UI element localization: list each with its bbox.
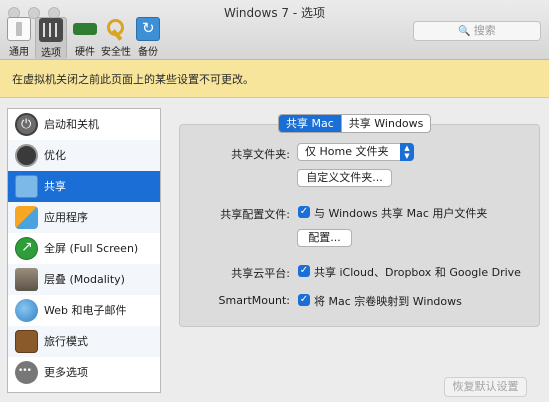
share-folders-label: 共享文件夹: (231, 148, 290, 161)
sidebar-item-label: Web 和电子邮件 (44, 304, 127, 317)
sidebar-item-label: 更多选项 (44, 366, 88, 379)
security-lock-icon (104, 17, 128, 41)
sidebar-item-applications[interactable]: 应用程序 (8, 202, 160, 233)
sidebar-item-travel-mode[interactable]: 旅行模式 (8, 326, 160, 357)
sharing-icon (15, 175, 38, 198)
travel-mode-icon (15, 330, 38, 353)
toolbar-label-hardware: 硬件 (75, 47, 95, 58)
share-cloud-label: 共享云平台: (231, 267, 290, 280)
backup-icon (136, 17, 160, 41)
sidebar-item-sharing[interactable]: 共享 (8, 171, 160, 202)
share-cloud-checkbox-label: 共享 iCloud、Dropbox 和 Google Drive (314, 266, 521, 279)
sidebar-item-label: 应用程序 (44, 211, 88, 224)
restore-defaults-button[interactable]: 恢复默认设置 (444, 377, 527, 397)
modality-icon (15, 268, 38, 291)
power-icon (15, 109, 38, 140)
search-icon: 🔍 (458, 26, 471, 37)
web-email-icon (15, 299, 38, 322)
share-profile-label: 共享配置文件: (220, 208, 290, 221)
options-icon (39, 18, 63, 42)
sidebar: 启动和关机 优化 共享 应用程序 全屏 (Full Screen) 层叠 (Mo… (7, 108, 161, 393)
toolbar-label-backup: 备份 (138, 47, 158, 58)
fullscreen-icon (15, 232, 38, 263)
toolbar-general-button[interactable]: 通用 (4, 17, 34, 59)
sidebar-item-startup-shutdown[interactable]: 启动和关机 (8, 109, 160, 140)
smartmount-checkbox-label: 将 Mac 宗卷映射到 Windows (314, 295, 462, 308)
configure-button[interactable]: 配置... (297, 229, 352, 247)
optimization-icon (15, 144, 38, 167)
share-profile-checkbox-label: 与 Windows 共享 Mac 用户文件夹 (314, 207, 488, 220)
sidebar-item-label: 旅行模式 (44, 335, 88, 348)
share-folders-select[interactable]: 仅 Home 文件夹 ▲ ▼ (297, 143, 414, 161)
search-input[interactable]: 🔍 搜索 (413, 21, 541, 41)
share-cloud-checkbox[interactable]: ✓ (298, 265, 310, 277)
more-options-icon (15, 356, 38, 387)
applications-icon (15, 206, 38, 229)
sidebar-item-label: 层叠 (Modality) (44, 273, 125, 286)
warning-banner: 在虚拟机关闭之前此页面上的某些设置不可更改。 (0, 60, 549, 98)
sidebar-item-label: 优化 (44, 149, 66, 162)
share-folders-value: 仅 Home 文件夹 (305, 145, 389, 158)
sidebar-item-label: 共享 (44, 180, 66, 193)
preferences-window: Windows 7 - 选项 通用 选项 硬件 安全性 备份 🔍搜索 在虚拟机关… (0, 0, 549, 402)
toolbar-security-button[interactable]: 安全性 (100, 17, 132, 59)
toolbar-label-general: 通用 (9, 47, 29, 58)
sidebar-item-label: 启动和关机 (44, 118, 99, 131)
sidebar-item-modality[interactable]: 层叠 (Modality) (8, 264, 160, 295)
share-profile-checkbox[interactable]: ✓ (298, 206, 310, 218)
toolbar-label-options: 选项 (41, 48, 61, 59)
search-placeholder: 搜索 (473, 24, 496, 37)
chevron-updown-icon: ▲ ▼ (400, 143, 414, 161)
custom-folders-button[interactable]: 自定义文件夹... (297, 169, 392, 187)
title-bar: Windows 7 - 选项 通用 选项 硬件 安全性 备份 🔍搜索 (0, 0, 549, 60)
toolbar-options-button[interactable]: 选项 (35, 17, 67, 59)
sidebar-item-more-options[interactable]: 更多选项 (8, 356, 160, 388)
smartmount-label: SmartMount: (218, 294, 290, 307)
toolbar-label-security: 安全性 (101, 47, 131, 58)
toolbar-hardware-button[interactable]: 硬件 (70, 17, 100, 59)
sidebar-item-optimization[interactable]: 优化 (8, 140, 160, 171)
hardware-icon (73, 23, 97, 35)
toolbar-backup-button[interactable]: 备份 (133, 17, 163, 59)
smartmount-checkbox[interactable]: ✓ (298, 294, 310, 306)
sidebar-item-label: 全屏 (Full Screen) (44, 242, 139, 255)
share-segmented-control: 共享 Mac 共享 Windows (278, 114, 432, 133)
general-icon (7, 17, 31, 41)
tab-share-windows[interactable]: 共享 Windows (340, 115, 431, 132)
sidebar-item-fullscreen[interactable]: 全屏 (Full Screen) (8, 232, 160, 264)
tab-share-mac[interactable]: 共享 Mac (279, 115, 341, 132)
sidebar-item-web-email[interactable]: Web 和电子邮件 (8, 295, 160, 326)
